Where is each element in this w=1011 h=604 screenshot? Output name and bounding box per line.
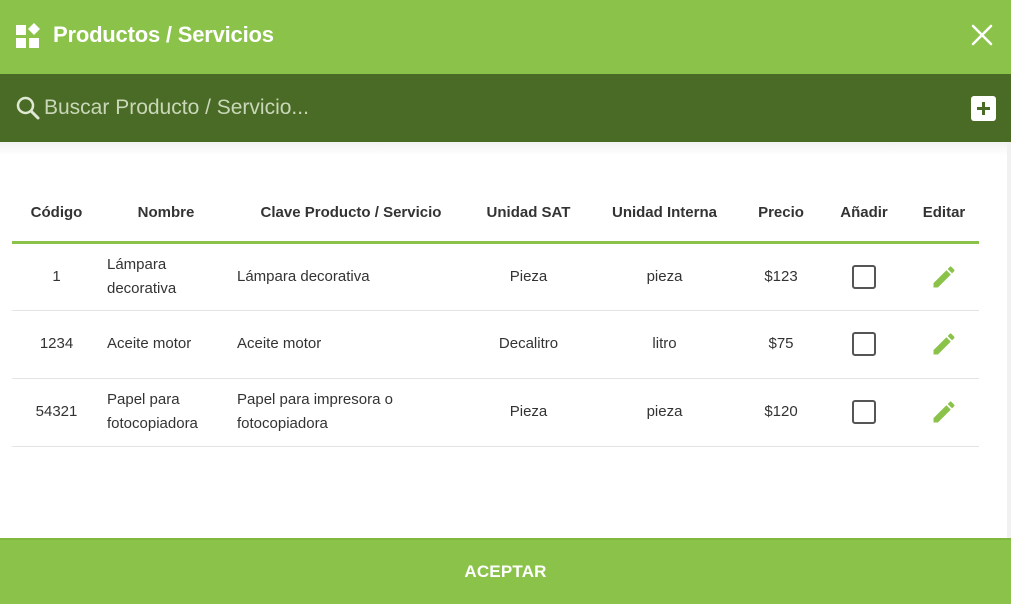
search-bar: [0, 74, 1011, 142]
modal-body: Código Nombre Clave Producto / Servicio …: [0, 142, 1011, 538]
edit-pencil-icon[interactable]: [930, 330, 958, 358]
cell-unidad-sat: Decalitro: [471, 310, 586, 379]
add-checkbox[interactable]: [852, 264, 876, 289]
column-header-clave[interactable]: Clave Producto / Servicio: [231, 190, 471, 244]
column-header-codigo[interactable]: Código: [12, 190, 101, 244]
cell-anadir: [819, 242, 909, 311]
cell-unidad-interna: pieza: [586, 242, 743, 311]
column-header-anadir: Añadir: [819, 190, 909, 244]
search-icon: [16, 96, 40, 120]
cell-codigo: 1234: [12, 310, 101, 379]
cell-nombre: Lámpara decorativa: [101, 242, 231, 311]
table-row[interactable]: 1234 Aceite motor Aceite motor Decalitro…: [12, 310, 979, 379]
widgets-icon: [16, 23, 40, 48]
cell-editar: [909, 242, 979, 311]
add-checkbox[interactable]: [852, 332, 876, 357]
cell-anadir: [819, 378, 909, 447]
table-row[interactable]: 1 Lámpara decorativa Lámpara decorativa …: [12, 242, 979, 311]
cell-precio: $120: [743, 378, 819, 447]
cell-clave: Papel para impresora o fotocopiadora: [231, 378, 471, 447]
cell-nombre: Aceite motor: [101, 310, 231, 379]
cell-codigo: 54321: [12, 378, 101, 447]
cell-codigo: 1: [12, 242, 101, 311]
accept-button[interactable]: ACEPTAR: [0, 538, 1011, 604]
column-header-editar: Editar: [909, 190, 979, 244]
column-header-unidad-interna[interactable]: Unidad Interna: [586, 190, 743, 244]
accept-button-label: ACEPTAR: [464, 562, 547, 581]
add-checkbox[interactable]: [852, 400, 876, 425]
add-box-icon[interactable]: [971, 96, 996, 121]
products-services-modal: Productos / Servicios Buscar Producto / …: [0, 0, 1011, 604]
search-input[interactable]: [44, 90, 924, 126]
cell-editar: [909, 310, 979, 379]
table-header-row: Código Nombre Clave Producto / Servicio …: [12, 190, 979, 244]
close-icon[interactable]: [969, 22, 995, 48]
cell-unidad-interna: pieza: [586, 378, 743, 447]
cell-unidad-interna: litro: [586, 310, 743, 379]
cell-unidad-sat: Pieza: [471, 242, 586, 311]
cell-nombre: Papel para fotocopiadora: [101, 378, 231, 447]
edit-pencil-icon[interactable]: [930, 263, 958, 291]
cell-clave: Aceite motor: [231, 310, 471, 379]
cell-precio: $75: [743, 310, 819, 379]
modal-header: Productos / Servicios: [0, 0, 1011, 74]
products-table: Código Nombre Clave Producto / Servicio …: [12, 190, 979, 447]
modal-title: Productos / Servicios: [53, 22, 274, 47]
body-shadow: [0, 142, 1007, 156]
cell-precio: $123: [743, 242, 819, 311]
column-header-precio[interactable]: Precio: [743, 190, 819, 244]
cell-editar: [909, 378, 979, 447]
column-header-nombre[interactable]: Nombre: [101, 190, 231, 244]
table-row[interactable]: 54321 Papel para fotocopiadora Papel par…: [12, 378, 979, 447]
cell-clave: Lámpara decorativa: [231, 242, 471, 311]
cell-unidad-sat: Pieza: [471, 378, 586, 447]
edit-pencil-icon[interactable]: [930, 398, 958, 426]
cell-anadir: [819, 310, 909, 379]
column-header-unidad-sat[interactable]: Unidad SAT: [471, 190, 586, 244]
